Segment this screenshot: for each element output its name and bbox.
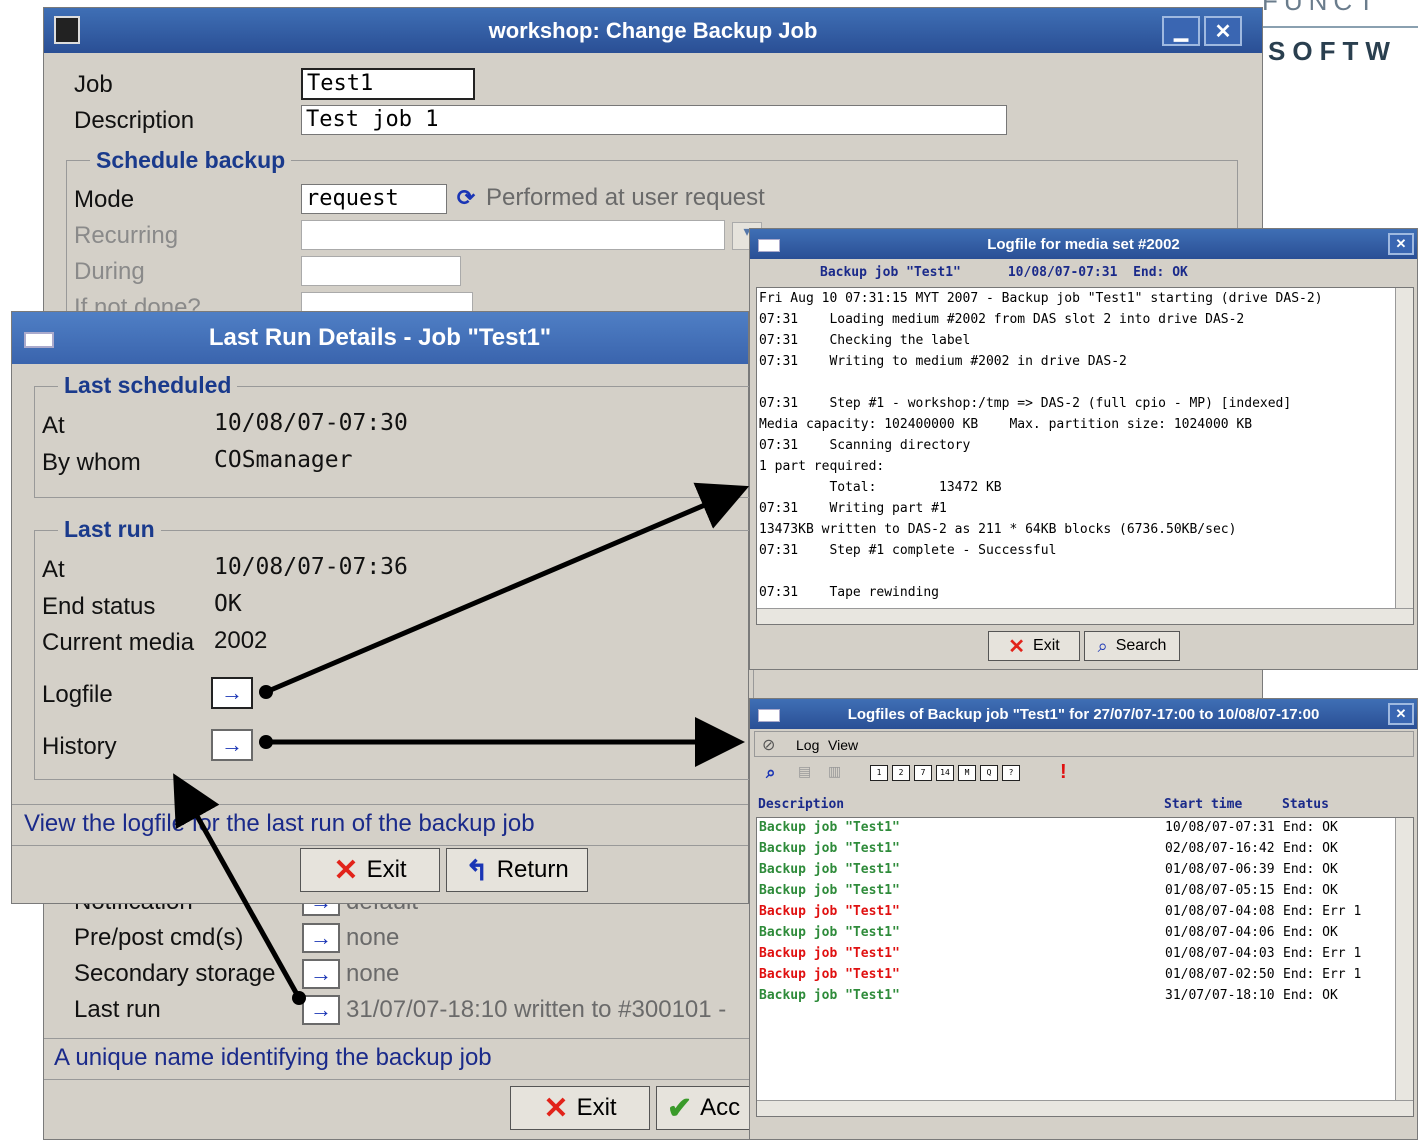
arrow-logfile	[259, 482, 750, 699]
arrow-last-run	[173, 773, 306, 1005]
connector-arrows	[173, 482, 750, 1005]
arrow-history	[259, 717, 745, 767]
